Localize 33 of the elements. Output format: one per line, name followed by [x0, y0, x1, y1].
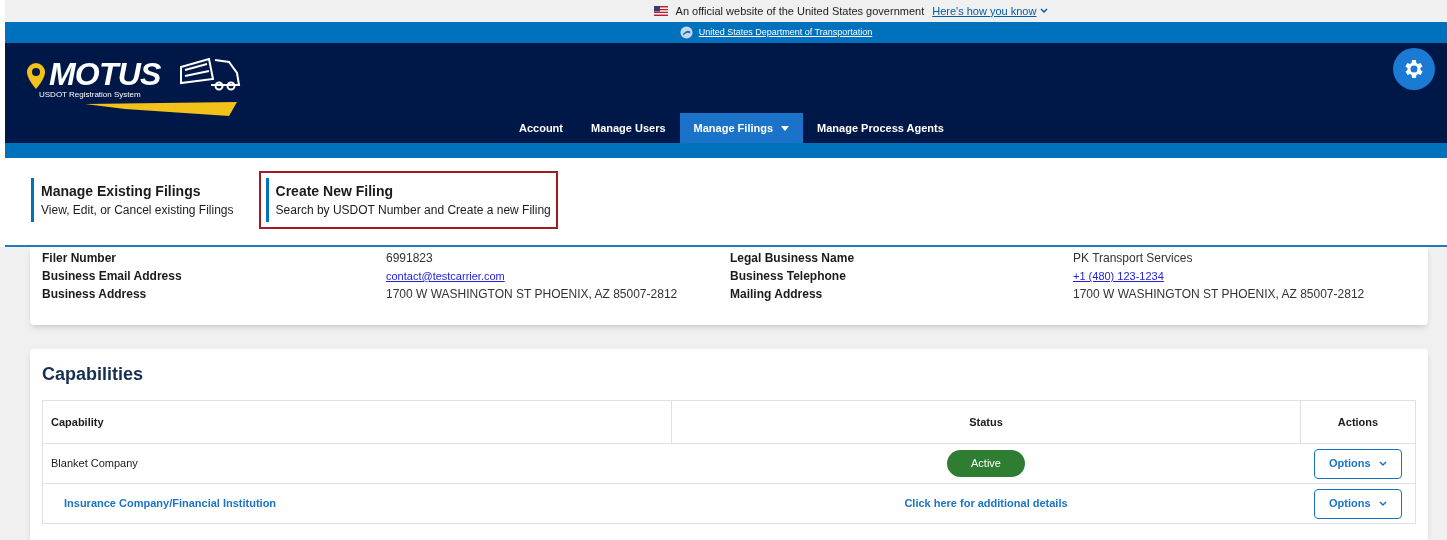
- field-label: Filer Number: [42, 250, 117, 267]
- options-button[interactable]: Options: [1313, 448, 1402, 479]
- field-link[interactable]: contact@testcarrier.com: [386, 267, 505, 285]
- field-value: PK Transport Services: [1073, 250, 1194, 267]
- nav-tab[interactable]: Manage Filings: [679, 113, 804, 143]
- logo-tagline: USDOT Registration System: [39, 91, 141, 99]
- nav-tab[interactable]: Manage Users: [577, 113, 680, 143]
- field-label: Mailing Address: [730, 286, 824, 303]
- banner-text: An official website of the United States government: [675, 3, 925, 19]
- menu-item[interactable]: Manage Existing Filings View, Edit, or Cancel existing Filings: [31, 178, 234, 222]
- field-value: 1700 W WASHINGTON ST PHOENIX, AZ 85007-2812: [1073, 286, 1366, 303]
- details-link[interactable]: Click here for additional details: [904, 497, 1068, 510]
- banner-link[interactable]: Here's how you know: [932, 2, 1049, 20]
- section-title: Capabilities: [42, 363, 145, 386]
- field-value: 6991823: [386, 250, 434, 267]
- nav-tab[interactable]: Manage Process Agents: [803, 113, 958, 143]
- field-label: Business Telephone: [730, 268, 847, 285]
- agency-link[interactable]: United States Department of Transportation: [698, 25, 873, 40]
- options-button[interactable]: Options: [1313, 488, 1402, 519]
- nav-tab[interactable]: Account: [505, 113, 577, 143]
- column-header: Status: [671, 400, 1301, 444]
- capability-link[interactable]: Insurance Company/Financial Institution: [64, 497, 277, 510]
- column-header: Actions: [1300, 400, 1416, 444]
- menu-item[interactable]: Create New Filing Search by USDOT Number and Create a new Filing: [265, 178, 551, 222]
- field-label: Business Email Address: [42, 268, 183, 285]
- status-badge: Active: [947, 450, 1025, 477]
- column-header: Capability: [42, 400, 672, 444]
- field-value: 1700 W WASHINGTON ST PHOENIX, AZ 85007-2812: [386, 286, 679, 303]
- logo-wordmark: MOTUS: [49, 58, 161, 90]
- table-cell: Blanket Company: [51, 457, 138, 470]
- field-label: Business Address: [42, 286, 148, 303]
- field-label: Legal Business Name: [730, 250, 856, 267]
- field-link[interactable]: +1 (480) 123-1234: [1073, 267, 1164, 285]
